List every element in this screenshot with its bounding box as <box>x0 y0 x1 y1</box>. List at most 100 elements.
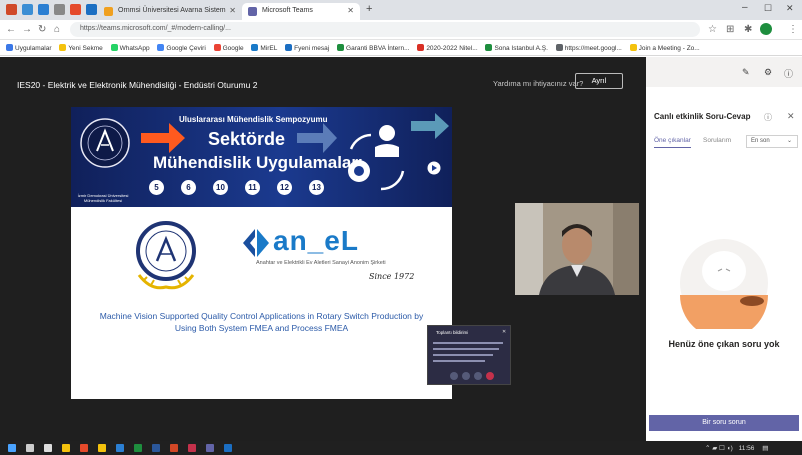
bookmark-item[interactable]: WhatsApp <box>110 44 150 52</box>
tray-icons: ⌃ ▰ ☐ ◖) <box>705 445 733 452</box>
menu-icon[interactable]: ⋮ <box>788 24 798 35</box>
task-view-icon[interactable] <box>44 444 52 452</box>
search-icon[interactable] <box>26 444 34 452</box>
bookmark-item[interactable]: https://meet.googl... <box>555 44 622 52</box>
notification-popup[interactable]: Toplantı bildirimi ✕ <box>427 325 511 385</box>
tab-my-questions[interactable]: Sorularım <box>703 137 731 144</box>
mic-icon[interactable] <box>462 372 470 380</box>
bookmark-item[interactable]: Yeni Sekme <box>59 44 103 52</box>
word-icon[interactable] <box>152 444 160 452</box>
bookmark-item[interactable]: Sona Istanbul A.Ş. <box>485 44 548 52</box>
bookmark-item[interactable]: Fyeni mesaj <box>285 44 329 52</box>
address-bar: ← → ↻ ⌂ https://teams.microsoft.com/_#/m… <box>0 20 802 40</box>
puzzle-icon[interactable]: ✱ <box>744 24 752 35</box>
paper-title: Machine Vision Supported Quality Control… <box>99 311 424 333</box>
banner-subtitle: Uluslararası Mühendislik Sempozyumu <box>179 115 328 124</box>
chevron-down-icon: ⌄ <box>787 138 793 144</box>
panel-header: ✎ ⚙ ⓘ <box>646 57 802 87</box>
bookmark-item[interactable]: Google <box>213 44 244 52</box>
bookmark-item[interactable]: MirEL <box>251 44 277 52</box>
popup-text-line <box>433 354 493 356</box>
extension-icon[interactable]: ⊞ <box>726 24 734 35</box>
bookmark-item[interactable]: Garanti BBVA İntern... <box>337 44 410 52</box>
windows-start-icon[interactable] <box>8 444 16 452</box>
bookmark-icon <box>485 44 493 51</box>
participants-icon[interactable]: ✎ <box>742 67 750 78</box>
qa-panel: ✎ ⚙ ⓘ Canlı etkinlik Soru-Cevap ⓘ ✕ Öne … <box>646 57 802 441</box>
sort-value: En son <box>751 138 770 144</box>
speaker-icon[interactable] <box>474 372 482 380</box>
app-icon[interactable] <box>38 4 49 15</box>
window-icon[interactable] <box>6 4 17 15</box>
qa-title: Canlı etkinlik Soru-Cevap <box>654 112 751 121</box>
app-icon[interactable] <box>188 444 196 452</box>
home-icon[interactable]: ⌂ <box>54 24 60 35</box>
notification-icon[interactable]: ▤ <box>762 445 768 452</box>
engineer-icon <box>348 125 405 191</box>
close-icon[interactable]: ✕ <box>347 6 354 15</box>
translate-icon <box>157 44 165 51</box>
reload-icon[interactable]: ↻ <box>38 24 46 35</box>
outlook-icon[interactable] <box>86 4 97 15</box>
app-icon[interactable] <box>80 444 88 452</box>
whatsapp-icon <box>110 44 118 51</box>
empty-state-illustration-icon <box>680 239 768 329</box>
camera-icon[interactable] <box>450 372 458 380</box>
help-link[interactable]: Yardıma mı ihtiyacınız var? <box>493 79 583 88</box>
bookmark-item[interactable]: 2020-2022 Nitel... <box>417 44 478 52</box>
close-icon[interactable]: ✕ <box>787 111 795 122</box>
app-icon[interactable] <box>116 444 124 452</box>
leave-button[interactable]: Ayrıl <box>575 73 623 89</box>
bookmark-icon <box>251 44 259 51</box>
session-number: 5 <box>149 180 164 195</box>
maximize-icon[interactable]: ☐ <box>764 3 772 14</box>
clock: 11:56 <box>738 445 755 452</box>
star-icon[interactable]: ☆ <box>708 24 717 35</box>
bookmark-item[interactable]: Uygulamalar <box>6 44 52 52</box>
banner-title-line1: Sektörde <box>208 129 286 149</box>
close-icon[interactable]: ✕ <box>229 6 236 15</box>
app-icon[interactable] <box>98 444 106 452</box>
back-icon[interactable]: ← <box>6 24 16 35</box>
play-icon <box>427 161 441 175</box>
participant-video <box>515 203 639 295</box>
popup-text-line <box>433 348 499 350</box>
tab-featured[interactable]: Öne çıkanlar <box>654 137 691 148</box>
company-since: Since 1972 <box>369 272 415 281</box>
presentation-slide: İzmir Demokrasi Üniversitesi Mühendislik… <box>71 107 452 399</box>
close-icon[interactable]: ✕ <box>502 329 506 335</box>
minimize-icon[interactable]: – <box>742 2 748 13</box>
window-close-icon[interactable]: ✕ <box>786 3 794 14</box>
powerpoint-icon[interactable] <box>170 444 178 452</box>
opera-icon[interactable] <box>70 4 81 15</box>
browser-icon[interactable] <box>22 4 33 15</box>
system-tray[interactable]: ⌃ ▰ ☐ ◖) 11:56 ▤ <box>705 444 768 452</box>
ask-question-button[interactable]: Bir soru sorun <box>649 415 799 431</box>
info-icon[interactable]: ⓘ <box>784 67 793 80</box>
tab-teams[interactable]: Microsoft Teams ✕ <box>242 3 360 20</box>
tab-icon[interactable] <box>54 4 65 15</box>
hangup-icon[interactable] <box>486 372 494 380</box>
profile-avatar[interactable] <box>760 23 772 35</box>
university-seal-icon <box>136 221 196 290</box>
arrow-icon <box>141 123 185 153</box>
outlook-icon[interactable] <box>224 444 232 452</box>
new-tab-icon[interactable]: + <box>366 3 372 15</box>
url-input[interactable]: https://teams.microsoft.com/_#/modern-ca… <box>70 22 700 37</box>
university-logo-icon <box>80 118 130 168</box>
tab-label: Microsoft Teams <box>262 7 313 14</box>
chrome-icon[interactable] <box>134 444 142 452</box>
settings-icon[interactable]: ⚙ <box>764 67 772 78</box>
teams-icon[interactable] <box>206 444 214 452</box>
sort-select[interactable]: En son ⌄ <box>746 135 798 148</box>
info-icon[interactable]: ⓘ <box>764 112 772 123</box>
forward-icon[interactable]: → <box>22 24 32 35</box>
explorer-icon[interactable] <box>62 444 70 452</box>
bookmark-item[interactable]: Join a Meeting - Zo... <box>629 44 700 52</box>
session-number: 6 <box>181 180 196 195</box>
bookmark-icon <box>285 44 293 51</box>
university-caption: İzmir Demokrasi Üniversitesi Mühendislik… <box>77 193 129 203</box>
slide-banner: İzmir Demokrasi Üniversitesi Mühendislik… <box>71 107 452 207</box>
tab-university[interactable]: Ornmsi Üniversitesi Avarna Sistem ✕ <box>98 3 242 20</box>
bookmark-item[interactable]: Google Çeviri <box>157 44 206 52</box>
